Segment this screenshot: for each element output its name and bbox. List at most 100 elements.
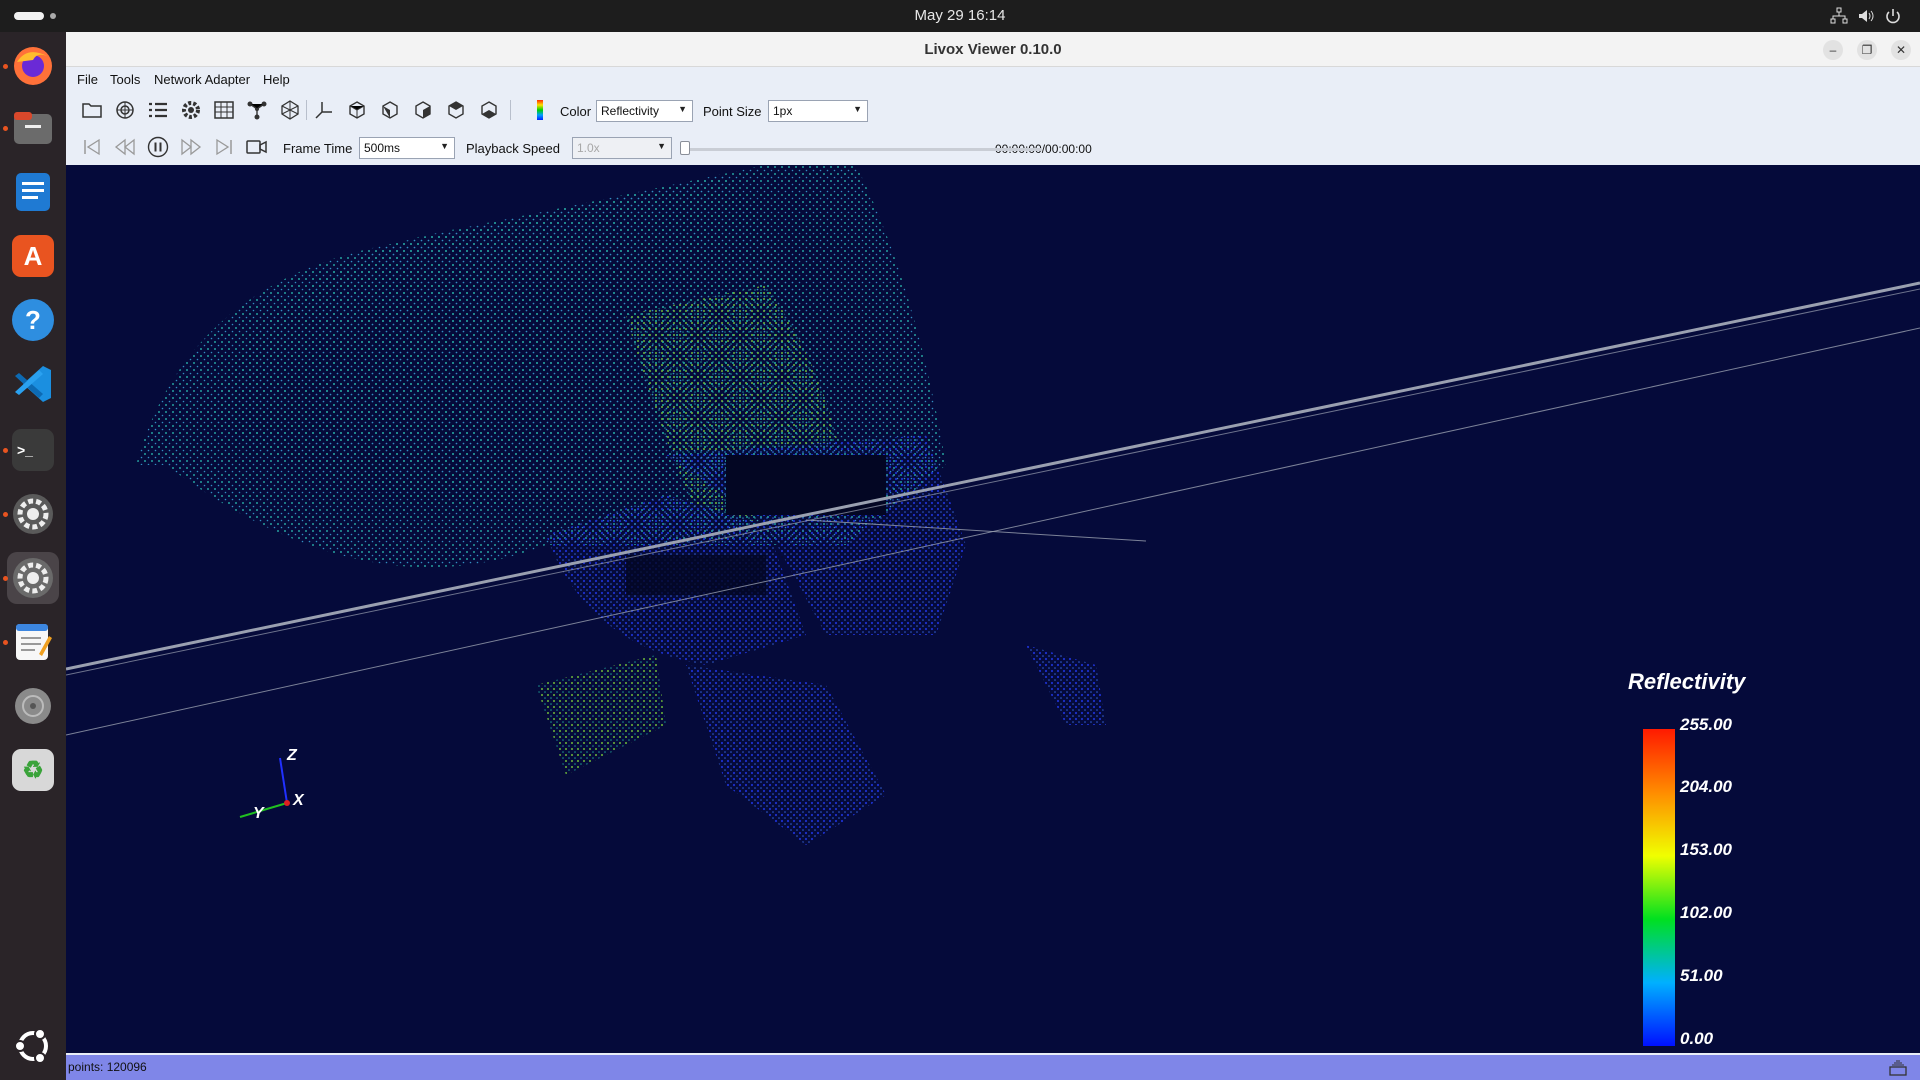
- chevron-down-icon: ▼: [657, 141, 666, 151]
- open-folder-icon[interactable]: [80, 98, 104, 122]
- dock-settings-active[interactable]: [3, 552, 59, 604]
- rewind-icon[interactable]: [113, 135, 137, 159]
- color-label: Color: [560, 104, 592, 119]
- running-indicator: [3, 448, 8, 453]
- legend-tick-153: 153.00: [1680, 840, 1732, 859]
- axis-label-x: X: [293, 792, 304, 809]
- dock-firefox[interactable]: [3, 40, 59, 92]
- dock: A ? >_ ♻: [0, 32, 66, 1080]
- record-video-icon[interactable]: [245, 135, 269, 159]
- playback-slider-track[interactable]: [684, 148, 1042, 151]
- volume-icon[interactable]: [1857, 7, 1875, 25]
- dock-app-center[interactable]: A: [7, 230, 59, 282]
- ubuntu-logo-icon: [14, 1028, 48, 1064]
- axes-icon[interactable]: [312, 98, 336, 122]
- legend-tick-51: 51.00: [1680, 966, 1723, 985]
- pause-icon[interactable]: [146, 135, 170, 159]
- dock-settings[interactable]: [3, 488, 59, 540]
- system-top-bar: May 29 16:14: [0, 0, 1920, 32]
- document-icon: [16, 173, 50, 211]
- cube-front-icon[interactable]: [345, 98, 369, 122]
- legend-title: Reflectivity: [1628, 669, 1746, 694]
- point-cloud-canvas[interactable]: [66, 165, 1920, 1053]
- menu-file[interactable]: File: [77, 72, 98, 87]
- dock-terminal[interactable]: >_: [3, 424, 59, 476]
- point-size-select[interactable]: 1px ▼: [768, 100, 868, 122]
- fast-forward-icon[interactable]: [179, 135, 203, 159]
- playback-toolbar: Frame Time 500ms ▼ Playback Speed 1.0x ▼…: [66, 130, 1920, 164]
- running-indicator: [3, 126, 8, 131]
- axis-label-y: Y: [253, 805, 264, 822]
- settings-gear-icon[interactable]: [179, 98, 203, 122]
- frame-time-select[interactable]: 500ms ▼: [359, 137, 455, 159]
- maximize-button[interactable]: ❐: [1857, 40, 1877, 60]
- toolbar-separator: [510, 100, 511, 120]
- point-cloud-viewport[interactable]: Reflectivity 255.00 204.00 153.00 102.00…: [66, 165, 1920, 1053]
- network-graph-icon[interactable]: [245, 98, 269, 122]
- network-icon[interactable]: [1830, 7, 1848, 25]
- table-icon[interactable]: [212, 98, 236, 122]
- sphere-grid-icon[interactable]: [278, 98, 302, 122]
- window-title: Livox Viewer 0.10.0: [924, 41, 1062, 58]
- vscode-icon: [15, 366, 51, 402]
- power-icon[interactable]: [1884, 7, 1902, 25]
- notepad-icon: [16, 624, 52, 660]
- trash-icon: ♻: [12, 749, 54, 791]
- radar-icon[interactable]: [113, 98, 137, 122]
- playback-speed-select[interactable]: 1.0x ▼: [572, 137, 672, 159]
- cube-bottom-icon[interactable]: [477, 98, 501, 122]
- firefox-icon: [14, 47, 52, 85]
- disc-icon: [15, 688, 51, 724]
- dock-text-editor[interactable]: [3, 616, 59, 668]
- app-center-icon: A: [12, 235, 54, 277]
- menu-network-adapter[interactable]: Network Adapter: [154, 72, 250, 87]
- chevron-down-icon: ▼: [440, 141, 449, 151]
- point-size-value: 1px: [773, 104, 793, 118]
- playback-speed-value: 1.0x: [577, 141, 600, 155]
- chevron-down-icon: ▼: [678, 104, 687, 114]
- close-button[interactable]: ✕: [1891, 40, 1911, 60]
- skip-to-start-icon[interactable]: [80, 135, 104, 159]
- title-bar[interactable]: Livox Viewer 0.10.0 – ❐ ✕: [66, 32, 1920, 67]
- toolbar-separator: [306, 100, 307, 120]
- clock[interactable]: May 29 16:14: [0, 7, 1920, 24]
- dock-disc[interactable]: [7, 680, 59, 732]
- show-apps-button[interactable]: [7, 1020, 59, 1072]
- dock-vscode[interactable]: [7, 358, 59, 410]
- menu-tools[interactable]: Tools: [110, 72, 140, 87]
- legend-tick-255: 255.00: [1680, 715, 1732, 734]
- running-indicator: [3, 576, 8, 581]
- gear-icon: [13, 558, 53, 598]
- playback-slider-handle[interactable]: [680, 141, 690, 155]
- color-mode-value: Reflectivity: [601, 104, 660, 118]
- dock-help[interactable]: ?: [7, 294, 59, 346]
- color-scale-icon: [537, 100, 543, 120]
- cube-iso-icon[interactable]: [444, 98, 468, 122]
- menu-help[interactable]: Help: [263, 72, 290, 87]
- legend-tick-0: 0.00: [1680, 1029, 1714, 1048]
- status-bar: points: 120096: [66, 1055, 1920, 1080]
- folder-icon: [14, 112, 52, 144]
- point-cloud: [136, 165, 1106, 845]
- minimize-button[interactable]: –: [1823, 40, 1843, 60]
- help-icon: ?: [12, 299, 54, 341]
- cube-top-icon[interactable]: [411, 98, 435, 122]
- axis-label-z: Z: [287, 747, 297, 764]
- menu-bar: File Tools Network Adapter Help: [66, 67, 1920, 91]
- stack-icon[interactable]: [1889, 1060, 1907, 1076]
- color-mode-select[interactable]: Reflectivity ▼: [596, 100, 693, 122]
- cube-side-icon[interactable]: [378, 98, 402, 122]
- dock-files[interactable]: [3, 102, 59, 154]
- reflectivity-color-bar: [1643, 729, 1675, 1046]
- dock-trash[interactable]: ♻: [7, 744, 59, 796]
- playback-speed-label: Playback Speed: [466, 141, 560, 156]
- legend-tick-204: 204.00: [1680, 777, 1732, 796]
- point-count: points: 120096: [68, 1060, 147, 1074]
- dock-writer[interactable]: [7, 166, 59, 218]
- app-window: Livox Viewer 0.10.0 – ❐ ✕ File Tools Net…: [66, 32, 1920, 1080]
- frame-time-value: 500ms: [364, 141, 401, 155]
- list-icon[interactable]: [146, 98, 170, 122]
- chevron-down-icon: ▼: [853, 104, 862, 114]
- running-indicator: [3, 64, 8, 69]
- skip-to-end-icon[interactable]: [212, 135, 236, 159]
